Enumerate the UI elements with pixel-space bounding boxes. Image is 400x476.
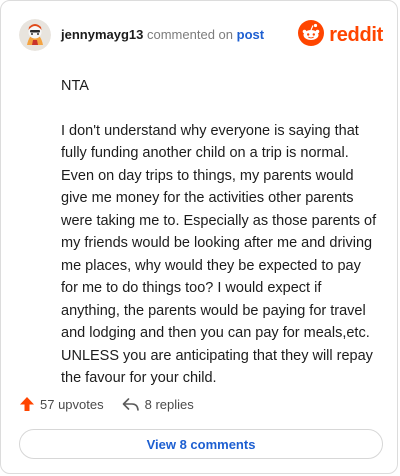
upvotes-count: 57 upvotes xyxy=(40,396,104,412)
comment-card: jennymayg13 commented on post reddit NTA… xyxy=(0,0,398,474)
action-text: commented on xyxy=(147,27,233,42)
post-link[interactable]: post xyxy=(237,27,264,42)
avatar[interactable] xyxy=(19,19,51,51)
reddit-wordmark: reddit xyxy=(329,23,383,46)
comment-header: jennymayg13 commented on post reddit xyxy=(19,17,383,53)
comment-paragraph: I don't understand why everyone is sayin… xyxy=(61,122,377,387)
upvotes-stat[interactable]: 57 upvotes xyxy=(19,396,104,412)
comment-paragraph: NTA xyxy=(61,78,89,94)
comment-body: NTA I don't understand why everyone is s… xyxy=(61,75,379,390)
reddit-logo[interactable]: reddit xyxy=(298,19,383,51)
view-comments-button[interactable]: View 8 comments xyxy=(19,429,383,459)
comment-meta: jennymayg13 commented on post xyxy=(61,27,264,43)
upvote-arrow-icon xyxy=(19,396,35,412)
comment-stats: 57 upvotes 8 replies xyxy=(19,393,194,415)
reddit-snoo-icon xyxy=(298,19,325,51)
reply-arrow-icon xyxy=(122,396,140,412)
replies-count: 8 replies xyxy=(144,396,194,412)
username-link[interactable]: jennymayg13 xyxy=(61,27,143,42)
replies-stat[interactable]: 8 replies xyxy=(122,396,194,412)
